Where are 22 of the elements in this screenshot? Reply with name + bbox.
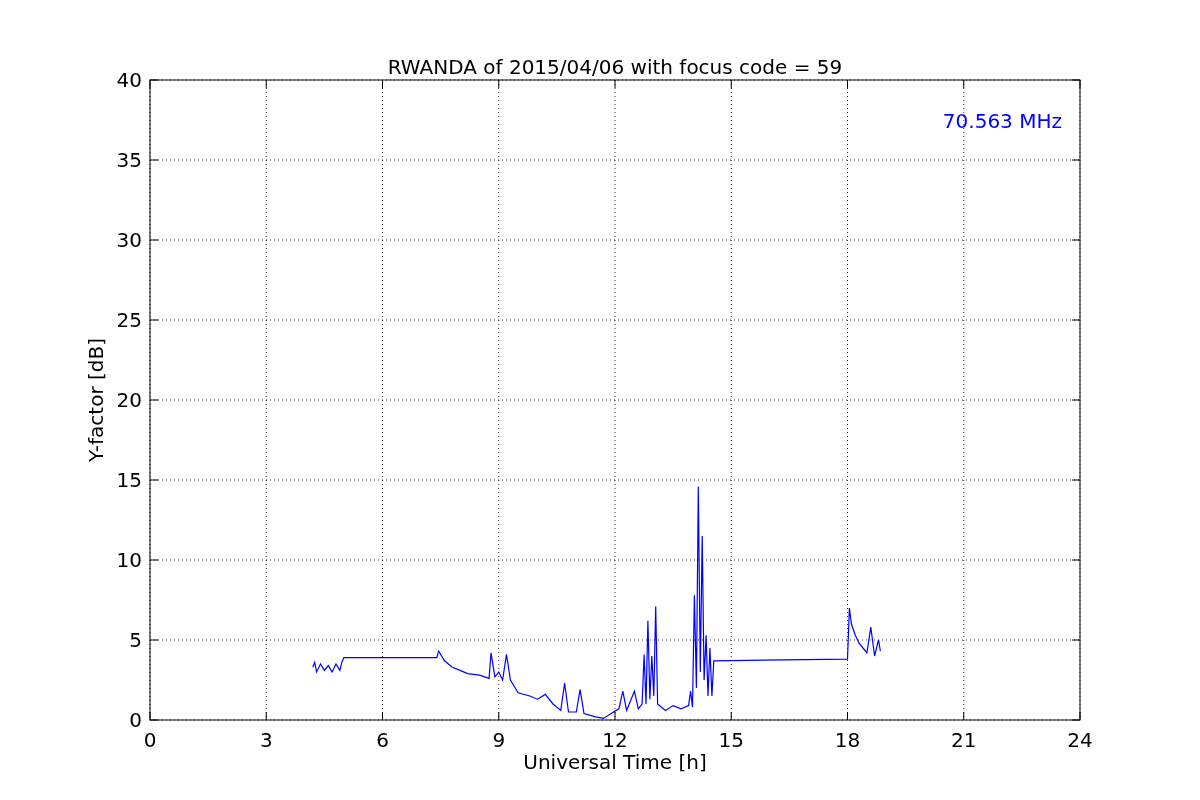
chart-title: RWANDA of 2015/04/06 with focus code = 59 xyxy=(387,55,843,79)
tick-label: 18 xyxy=(834,728,861,752)
tick-label: 12 xyxy=(602,728,628,752)
tick-label: 5 xyxy=(129,628,142,652)
axis-title: Y-factor [dB] xyxy=(84,338,108,462)
tick-label: 25 xyxy=(116,308,142,332)
tick-label: 15 xyxy=(718,728,744,752)
tick-label: 21 xyxy=(951,728,977,752)
tick-label: 24 xyxy=(1067,728,1093,752)
axis-title: Universal Time [h] xyxy=(523,750,707,774)
tick-label: 35 xyxy=(116,148,142,172)
tick-label: 9 xyxy=(492,728,506,752)
tick-label: 20 xyxy=(116,388,142,412)
tick-label: 3 xyxy=(259,728,273,752)
tick-label: 30 xyxy=(116,228,142,252)
tick-label: 0 xyxy=(143,728,157,752)
tick-label: 0 xyxy=(129,708,142,732)
series-label: 70.563 MHz xyxy=(942,109,1062,133)
tick-label: 15 xyxy=(116,468,142,492)
tick-label: 10 xyxy=(116,548,142,572)
tick-label: 40 xyxy=(116,68,142,92)
tick-label: 6 xyxy=(376,728,389,752)
